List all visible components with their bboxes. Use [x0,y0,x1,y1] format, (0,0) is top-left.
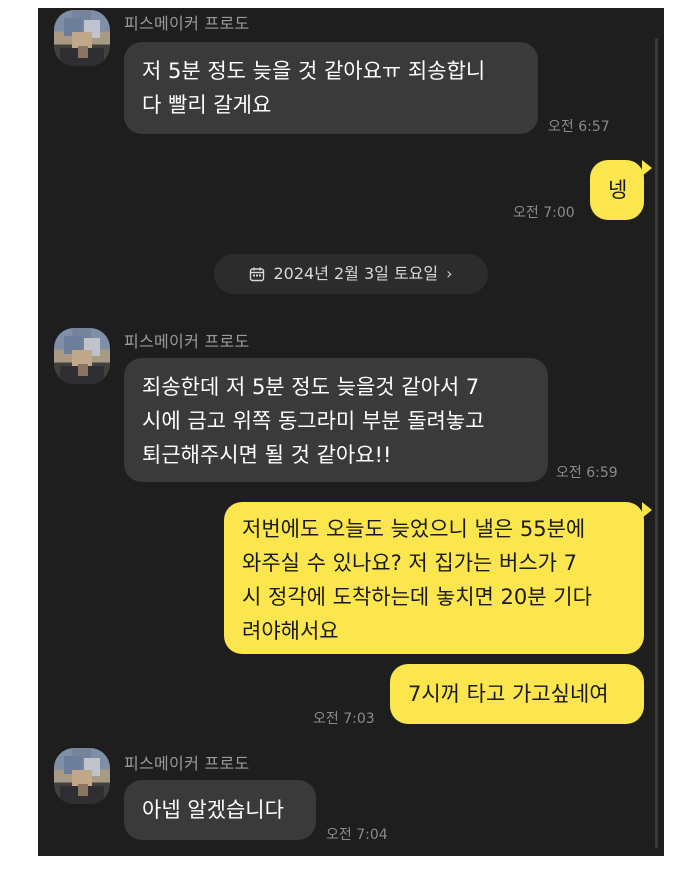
contact-avatar[interactable] [54,748,110,804]
date-divider[interactable]: 2024년 2월 3일 토요일 › [214,254,488,294]
message-bubble-incoming[interactable]: 죄송한데 저 5분 정도 늦을것 같아서 7 시에 금고 위쪽 동그라미 부분 … [124,358,548,482]
contact-name: 피스메이커 프로도 [124,14,250,33]
contact-name: 피스메이커 프로도 [124,754,250,773]
bubble-tail [642,502,652,518]
message-time: 오전 6:57 [548,119,610,135]
contact-name: 피스메이커 프로도 [124,332,250,351]
message-line: 퇴근해주시면 될 것 같아요!! [142,443,392,467]
message-line: 아넵 알겠습니다 [142,798,284,822]
message-line: 와주실 수 있나요? 저 집가는 버스가 7 [242,551,578,575]
message-line: 저 5분 정도 늦을 것 같아요ㅠ 죄송합니 [142,59,486,83]
scrollbar[interactable] [655,38,658,848]
chevron-right-icon: › [446,264,453,283]
message-line: 시에 금고 위쪽 동그라미 부분 돌려놓고 [142,409,485,433]
message-line: 려야해서요 [242,619,339,643]
message-time: 오전 7:00 [513,205,575,221]
message-bubble-incoming[interactable]: 아넵 알겠습니다 [124,780,316,840]
message-time: 오전 7:04 [326,827,388,843]
message-bubble-outgoing[interactable]: 넹 [590,160,644,220]
message-line: 죄송한데 저 5분 정도 늦을것 같아서 7 [142,375,480,399]
contact-avatar[interactable] [54,328,110,384]
message-time: 오전 6:59 [556,465,618,481]
message-line: 저번에도 오늘도 늦었으니 낼은 55분에 [242,517,586,541]
calendar-icon [250,267,265,282]
bubble-tail [642,160,652,176]
message-bubble-outgoing[interactable]: 저번에도 오늘도 늦었으니 낼은 55분에 와주실 수 있나요? 저 집가는 버… [224,502,644,654]
message-bubble-incoming[interactable]: 저 5분 정도 늦을 것 같아요ㅠ 죄송합니 다 빨리 갈게요 [124,42,538,134]
date-label: 2024년 2월 3일 토요일 [273,264,439,283]
message-line: 다 빨리 갈게요 [142,93,272,117]
message-line: 시 정각에 도착하는데 놓치면 20분 기다 [242,585,592,609]
message-line: 넹 [608,178,628,202]
contact-avatar[interactable] [54,10,110,66]
message-line: 7시꺼 타고 가고싶네여 [408,682,609,706]
message-time: 오전 7:03 [313,711,375,727]
message-bubble-outgoing[interactable]: 7시꺼 타고 가고싶네여 [390,664,644,724]
chat-window: 피스메이커 프로도 저 5분 정도 늦을 것 같아요ㅠ 죄송합니 다 빨리 갈게… [38,8,664,856]
